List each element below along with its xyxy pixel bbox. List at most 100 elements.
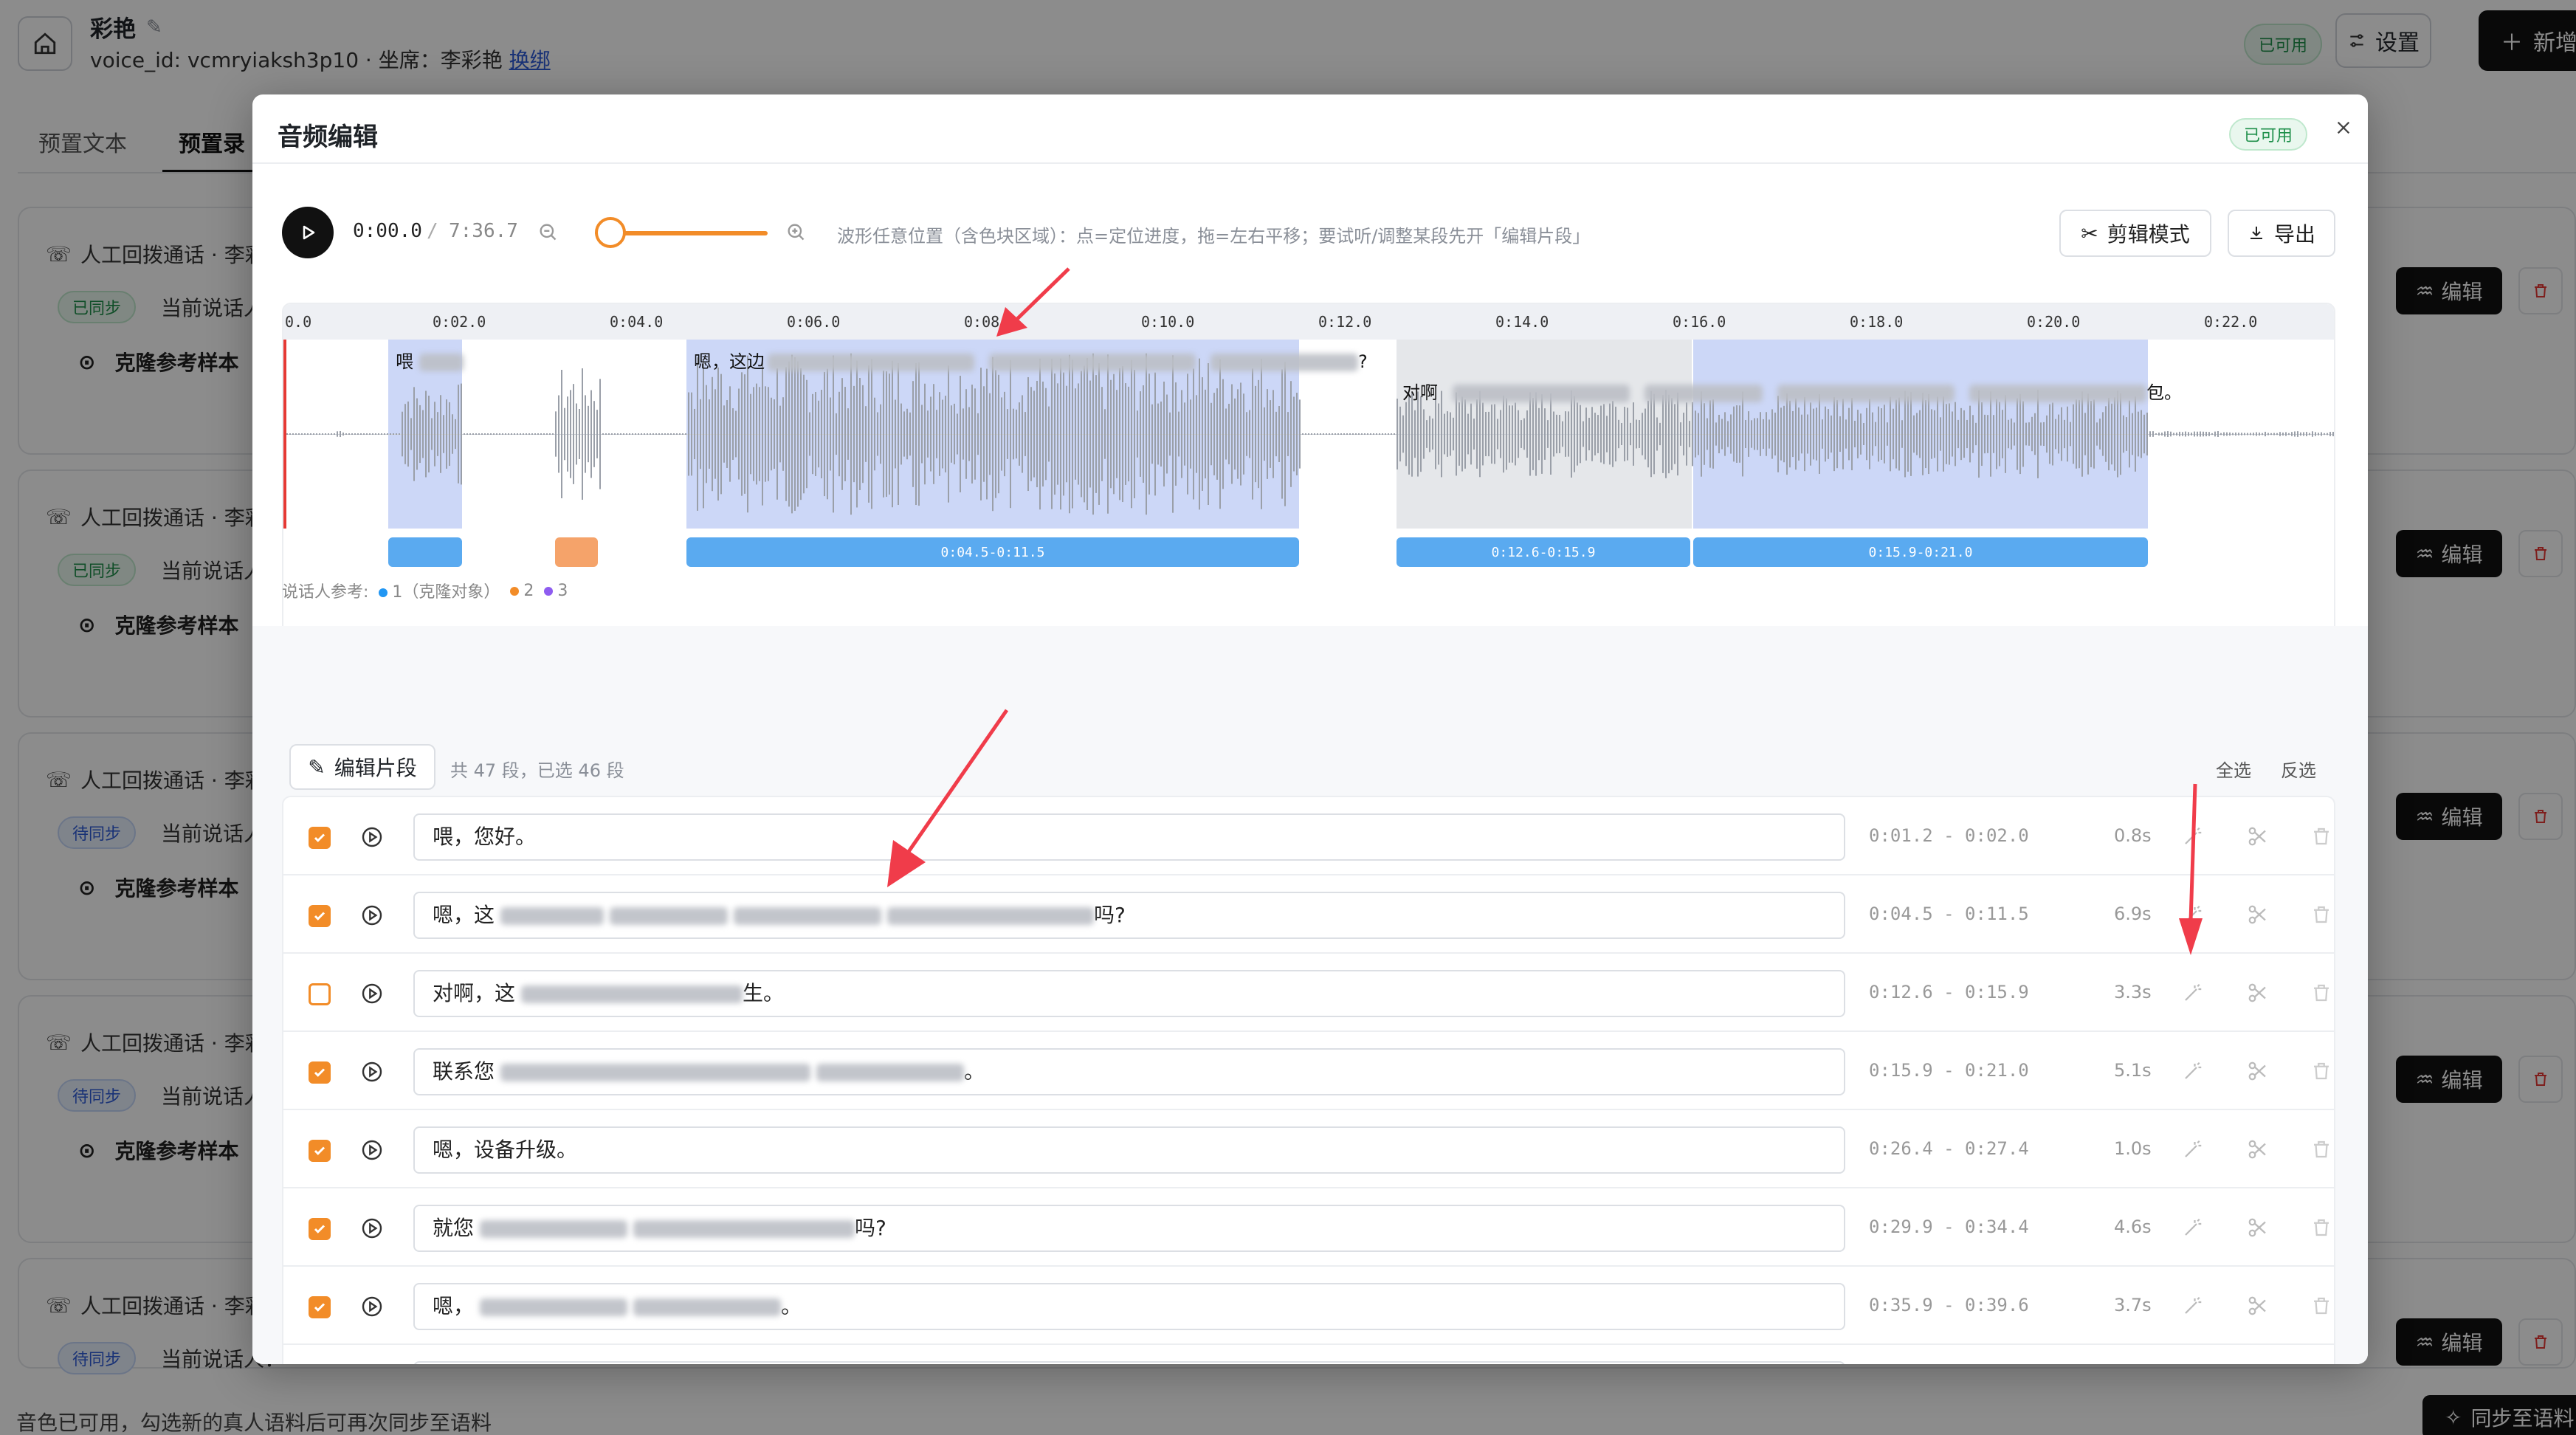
segment-play-icon[interactable] — [360, 904, 384, 930]
segment-play-icon[interactable] — [360, 825, 384, 852]
waveform-panel[interactable]: 0.0 0:02.0 0:04.0 0:06.0 0:08.0 0:10.0 0… — [282, 303, 2335, 660]
waveform-bar — [1196, 395, 1197, 473]
segment-play-icon[interactable] — [360, 1138, 384, 1165]
trash-icon[interactable] — [2310, 1060, 2332, 1085]
segment-text-input[interactable]: 嗯， 。 — [413, 1283, 1845, 1330]
segment-text-input[interactable]: 嗯，设备升级。 — [413, 1126, 1845, 1174]
magic-wand-icon[interactable] — [2182, 1217, 2204, 1242]
waveform-bar — [1335, 433, 1336, 435]
segment-checkbox[interactable] — [309, 983, 331, 1005]
magic-wand-icon[interactable] — [2182, 1060, 2204, 1085]
waveform-bar — [567, 396, 568, 472]
segment-text-input[interactable]: 喂，您好。 — [413, 813, 1845, 861]
waveform-bar — [2143, 414, 2145, 454]
segment-text-input[interactable]: 现在了。 — [413, 1361, 1845, 1364]
zoom-slider-handle[interactable] — [595, 217, 626, 248]
waveform-bar — [1069, 354, 1070, 514]
waveform-bar — [1872, 412, 1873, 456]
waveform-bar — [588, 405, 589, 463]
segment-checkbox[interactable] — [309, 1296, 331, 1318]
segment-checkbox[interactable] — [309, 827, 331, 849]
waveform-bar — [1952, 411, 1953, 457]
check-icon — [314, 833, 326, 842]
waveform-bar — [1639, 420, 1640, 448]
waveform-bar — [440, 395, 441, 473]
magic-wand-icon[interactable] — [2182, 1138, 2204, 1163]
waveform-bar — [1636, 419, 1637, 449]
segment-play-icon[interactable] — [360, 1295, 384, 1321]
status-badge: 已可用 — [2229, 118, 2308, 151]
waveform-bar — [396, 433, 397, 435]
segment-bar[interactable]: 0:15.9-0:21.0 — [1693, 537, 2148, 567]
segment-play-icon[interactable] — [360, 1060, 384, 1087]
waveform-bar — [1432, 418, 1433, 450]
segment-bar[interactable]: 0:12.6-0:15.9 — [1397, 537, 1690, 567]
waveform-bar — [1559, 415, 1560, 453]
segment-play-icon[interactable] — [360, 1217, 384, 1243]
scissors-icon[interactable] — [2247, 825, 2269, 850]
modal-header: 音频编辑 已可用 — [252, 94, 2368, 164]
segment-checkbox[interactable] — [309, 1140, 331, 1162]
trash-icon[interactable] — [2310, 825, 2332, 850]
invert-selection-button[interactable]: 反选 — [2281, 756, 2316, 782]
scissors-icon[interactable] — [2247, 982, 2269, 1007]
waveform-bar — [1411, 391, 1413, 477]
waveform-bar — [2017, 398, 2018, 470]
waveform-bar — [1515, 402, 1516, 466]
magic-wand-icon[interactable] — [2182, 1295, 2204, 1320]
waveform-bar — [2176, 432, 2177, 436]
waveform-bar — [1963, 410, 1965, 458]
waveform-bar — [1615, 406, 1616, 462]
trash-icon[interactable] — [2310, 1217, 2332, 1242]
time-separator: / — [427, 220, 438, 242]
select-all-button[interactable]: 全选 — [2216, 756, 2251, 782]
waveform-bar — [1984, 414, 1986, 454]
scissors-icon[interactable] — [2247, 1060, 2269, 1085]
segment-text: 。 — [964, 1059, 985, 1084]
scissors-icon[interactable] — [2247, 1295, 2269, 1320]
waveform-bar — [1435, 399, 1436, 469]
trash-icon[interactable] — [2310, 1138, 2332, 1163]
cut-mode-button[interactable]: ✂ 剪辑模式 — [2059, 210, 2211, 257]
trash-icon[interactable] — [2310, 1295, 2332, 1320]
segment-checkbox[interactable] — [309, 1218, 331, 1240]
waveform-bar — [443, 415, 444, 453]
scissors-icon[interactable] — [2247, 904, 2269, 929]
export-button[interactable]: 导出 — [2228, 210, 2335, 257]
waveform-bar — [1092, 353, 1094, 515]
magic-wand-icon[interactable] — [2182, 982, 2204, 1007]
segment-count: 共 47 段，已选 46 段 — [450, 760, 624, 781]
segment-text-input[interactable]: 就您 吗? — [413, 1205, 1845, 1252]
redacted-text — [633, 1220, 855, 1238]
waveform-bar — [753, 387, 754, 481]
waveform-bar — [2073, 404, 2074, 464]
waveform-bar — [1506, 398, 1507, 470]
scissors-icon[interactable] — [2247, 1138, 2269, 1163]
trash-icon[interactable] — [2310, 904, 2332, 929]
trash-icon[interactable] — [2310, 982, 2332, 1007]
segment-bar[interactable] — [555, 537, 598, 567]
segment-checkbox[interactable] — [309, 905, 331, 927]
waveform-bar — [611, 433, 613, 435]
zoom-out-icon[interactable] — [537, 221, 558, 245]
waveform-bar — [1219, 359, 1221, 509]
zoom-in-icon[interactable] — [785, 221, 806, 245]
segment-text: 联系您 — [433, 1059, 495, 1084]
segment-text-input[interactable]: 嗯，这 吗? — [413, 892, 1845, 939]
segment-bar[interactable] — [388, 537, 462, 567]
waveform-bar — [2273, 433, 2275, 436]
segment-checkbox[interactable] — [309, 1061, 331, 1084]
segment-text-input[interactable]: 对啊，这 生。 — [413, 970, 1845, 1017]
waveform-bar — [2223, 432, 2225, 436]
edit-segment-button[interactable]: ✎ 编辑片段 — [289, 744, 435, 790]
scissors-icon[interactable] — [2247, 1217, 2269, 1242]
waveform-bar — [670, 433, 672, 435]
close-button[interactable] — [2332, 117, 2355, 139]
play-button[interactable] — [282, 207, 334, 258]
waveform-bar — [2132, 413, 2133, 455]
segment-bar[interactable]: 0:04.5-0:11.5 — [686, 537, 1299, 567]
segment-play-icon[interactable] — [360, 982, 384, 1008]
playhead[interactable] — [283, 340, 286, 529]
waveform-bar — [1066, 385, 1067, 483]
segment-text-input[interactable]: 联系您 。 — [413, 1048, 1845, 1095]
